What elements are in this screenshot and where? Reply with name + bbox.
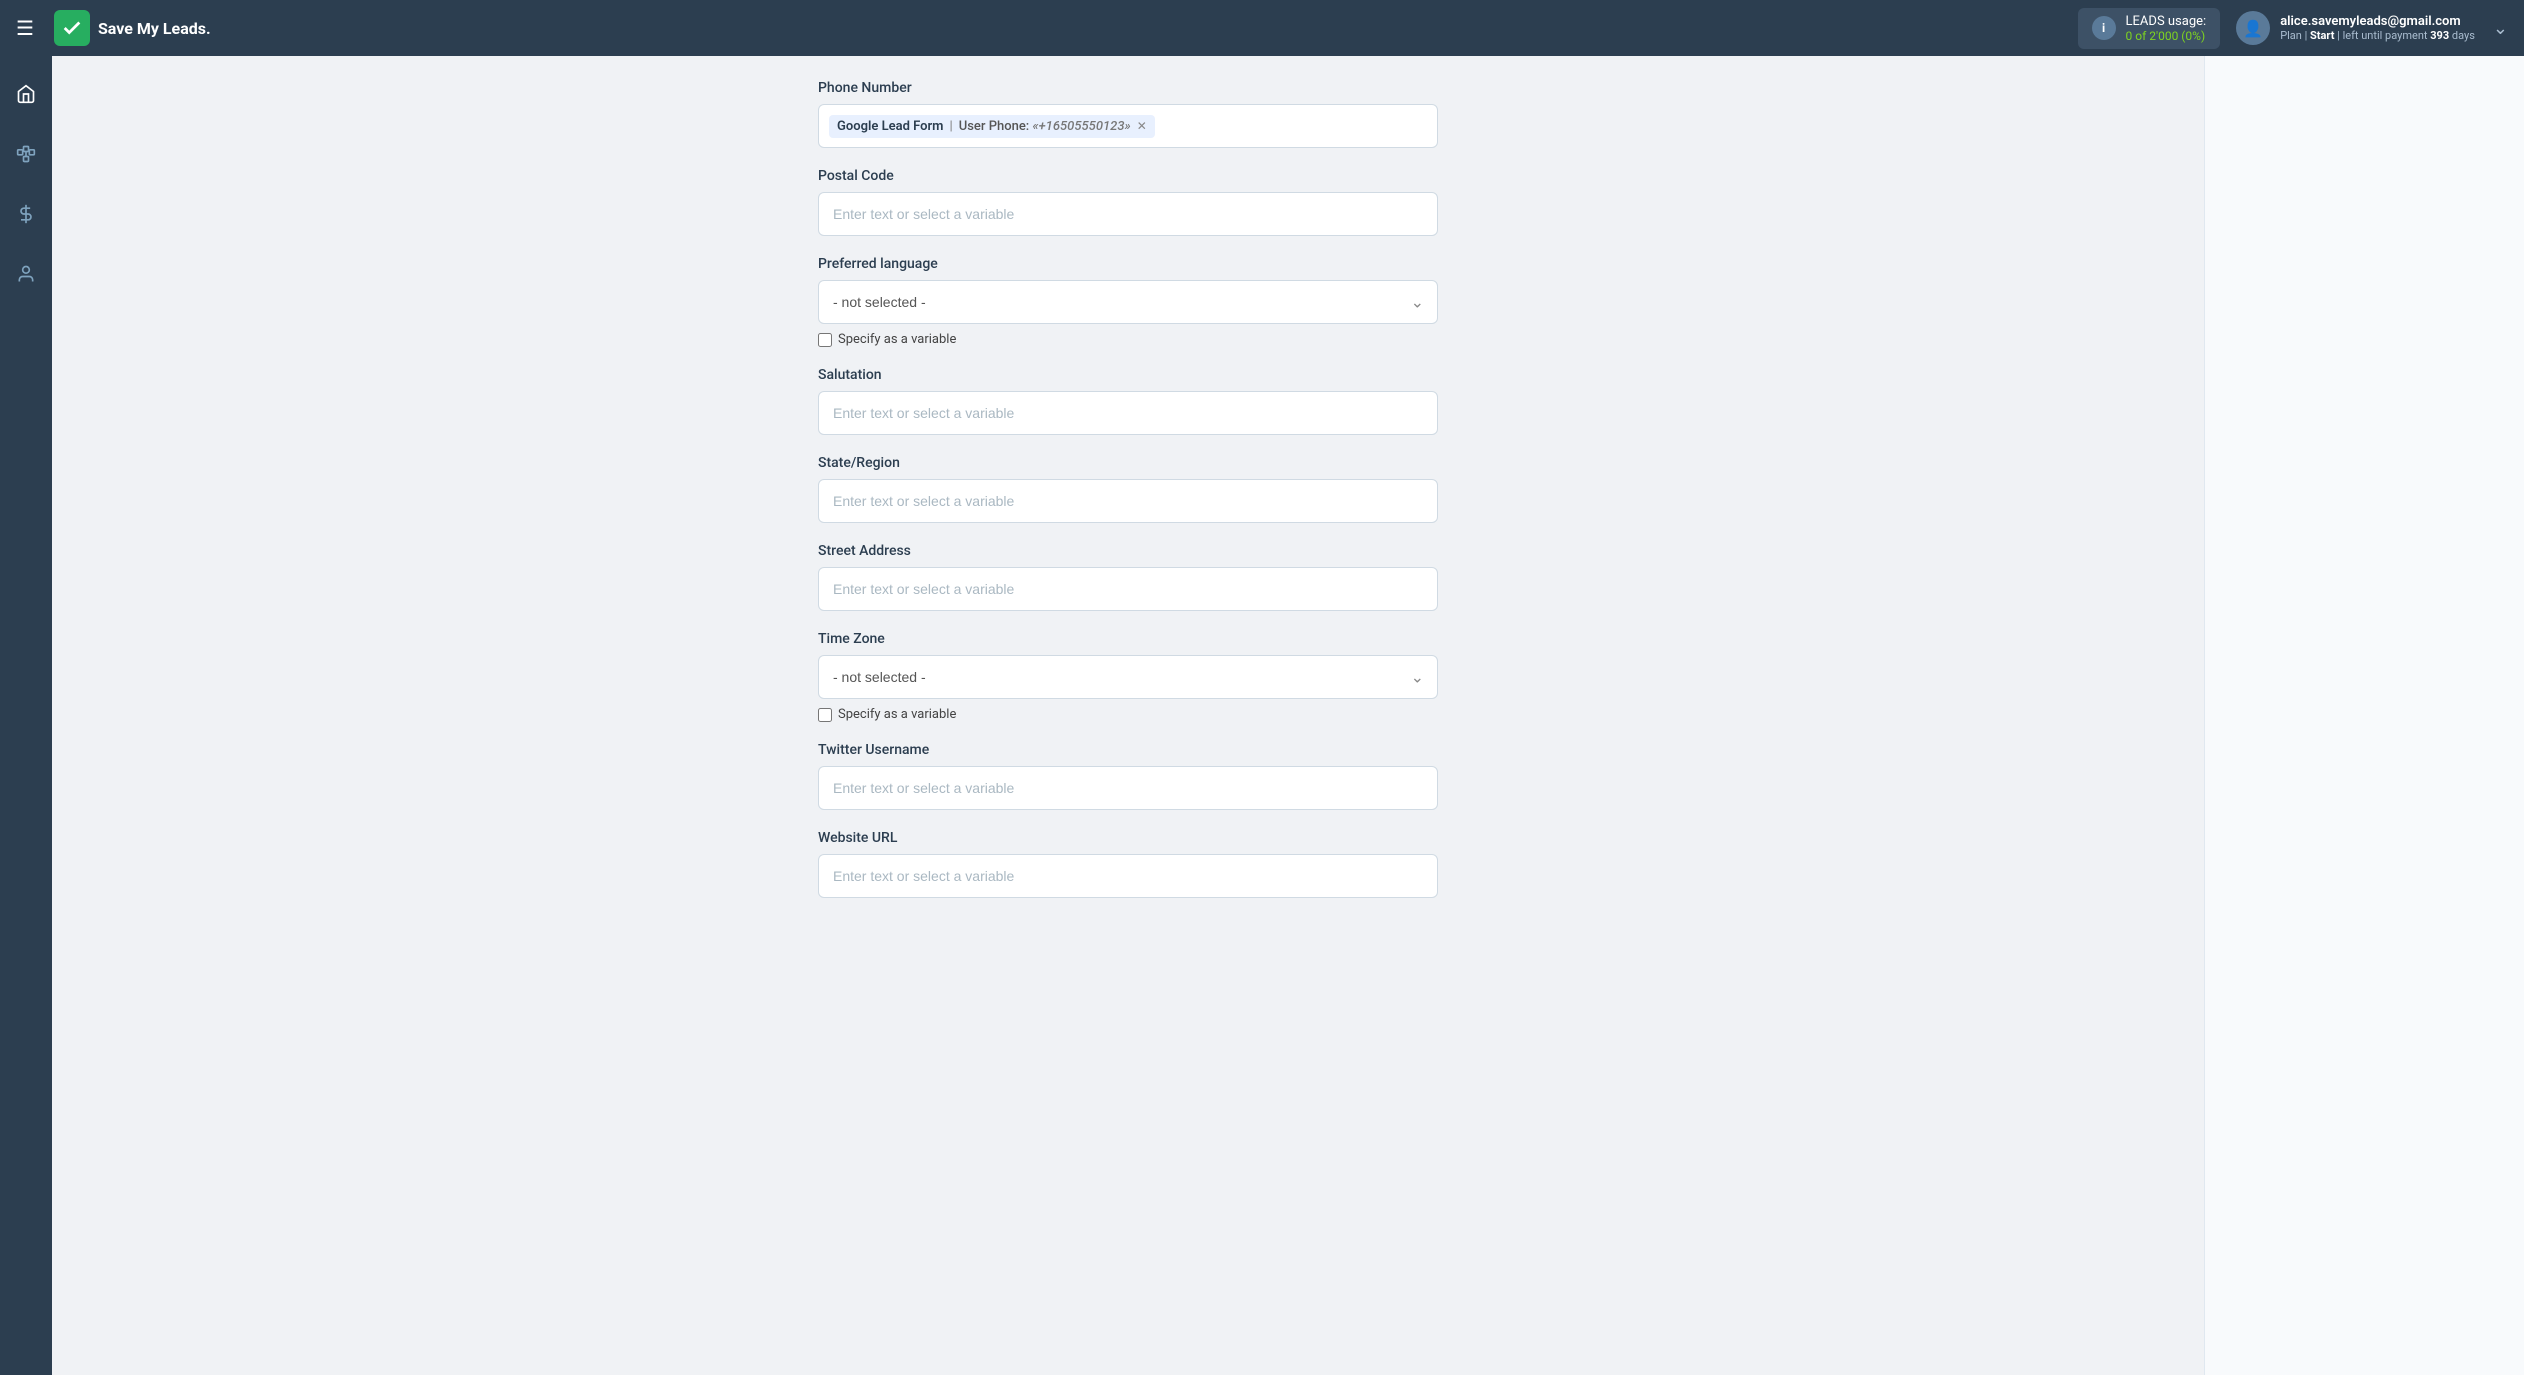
user-area: 👤 alice.savemyleads@gmail.com Plan | Sta…: [2236, 11, 2508, 45]
top-navigation: ☰ Save My Leads. i LEADS usage: 0 of 2'0…: [0, 0, 2524, 56]
sidebar-item-billing[interactable]: [8, 196, 44, 232]
label-preferred-language: Preferred language: [818, 256, 1438, 272]
leads-usage-label: LEADS usage:: [2126, 14, 2207, 29]
street-address-input[interactable]: [818, 567, 1438, 611]
field-postal-code: Postal Code: [818, 168, 1438, 236]
leads-usage-widget: i LEADS usage: 0 of 2'000 (0%): [2078, 8, 2221, 49]
postal-code-input[interactable]: [818, 192, 1438, 236]
main-content: Phone Number Google Lead Form | User Pho…: [52, 56, 2204, 1375]
sidebar: [0, 56, 52, 1375]
app-name: Save My Leads.: [98, 19, 211, 38]
time-zone-select-wrapper: - not selected - ⌄: [818, 655, 1438, 699]
leads-usage-count: 0 of 2'000 (0%): [2126, 29, 2207, 43]
user-avatar: 👤: [2236, 11, 2270, 45]
form-container: Phone Number Google Lead Form | User Pho…: [778, 56, 1478, 942]
app-logo: Save My Leads.: [54, 10, 211, 46]
user-email: alice.savemyleads@gmail.com: [2280, 14, 2475, 29]
preferred-language-variable-row: Specify as a variable: [818, 332, 1438, 347]
label-state-region: State/Region: [818, 455, 1438, 471]
sidebar-item-integrations[interactable]: [8, 136, 44, 172]
preferred-language-variable-checkbox[interactable]: [818, 333, 832, 347]
field-salutation: Salutation: [818, 367, 1438, 435]
main-layout: Phone Number Google Lead Form | User Pho…: [0, 56, 2524, 1375]
time-zone-variable-row: Specify as a variable: [818, 707, 1438, 722]
user-info: alice.savemyleads@gmail.com Plan | Start…: [2280, 14, 2475, 42]
phone-number-tag: Google Lead Form | User Phone: «+1650555…: [829, 115, 1155, 138]
state-region-input[interactable]: [818, 479, 1438, 523]
preferred-language-variable-label: Specify as a variable: [838, 332, 956, 347]
hamburger-menu[interactable]: ☰: [16, 16, 34, 40]
label-phone-number: Phone Number: [818, 80, 1438, 96]
website-url-input[interactable]: [818, 854, 1438, 898]
right-panel: [2204, 56, 2524, 1375]
preferred-language-select-wrapper: - not selected - ⌄: [818, 280, 1438, 324]
label-twitter-username: Twitter Username: [818, 742, 1438, 758]
salutation-input[interactable]: [818, 391, 1438, 435]
preferred-language-select[interactable]: - not selected -: [818, 280, 1438, 324]
field-street-address: Street Address: [818, 543, 1438, 611]
phone-number-input[interactable]: Google Lead Form | User Phone: «+1650555…: [818, 104, 1438, 148]
info-icon: i: [2092, 16, 2116, 40]
field-preferred-language: Preferred language - not selected - ⌄ Sp…: [818, 256, 1438, 347]
label-time-zone: Time Zone: [818, 631, 1438, 647]
sidebar-item-home[interactable]: [8, 76, 44, 112]
tag-remove-button[interactable]: ✕: [1137, 119, 1147, 133]
field-website-url: Website URL: [818, 830, 1438, 898]
logo-icon: [54, 10, 90, 46]
tag-field-value: User Phone: «+16505550123»: [959, 119, 1131, 134]
time-zone-variable-checkbox[interactable]: [818, 708, 832, 722]
field-time-zone: Time Zone - not selected - ⌄ Specify as …: [818, 631, 1438, 722]
label-street-address: Street Address: [818, 543, 1438, 559]
label-website-url: Website URL: [818, 830, 1438, 846]
sidebar-item-profile[interactable]: [8, 256, 44, 292]
leads-usage-text: LEADS usage: 0 of 2'000 (0%): [2126, 14, 2207, 43]
user-menu-chevron[interactable]: ⌄: [2493, 18, 2508, 39]
tag-source: Google Lead Form: [837, 119, 943, 134]
label-postal-code: Postal Code: [818, 168, 1438, 184]
field-phone-number: Phone Number Google Lead Form | User Pho…: [818, 80, 1438, 148]
field-state-region: State/Region: [818, 455, 1438, 523]
user-plan: Plan | Start | left until payment 393 da…: [2280, 29, 2475, 42]
label-salutation: Salutation: [818, 367, 1438, 383]
time-zone-variable-label: Specify as a variable: [838, 707, 956, 722]
field-twitter-username: Twitter Username: [818, 742, 1438, 810]
twitter-username-input[interactable]: [818, 766, 1438, 810]
time-zone-select[interactable]: - not selected -: [818, 655, 1438, 699]
